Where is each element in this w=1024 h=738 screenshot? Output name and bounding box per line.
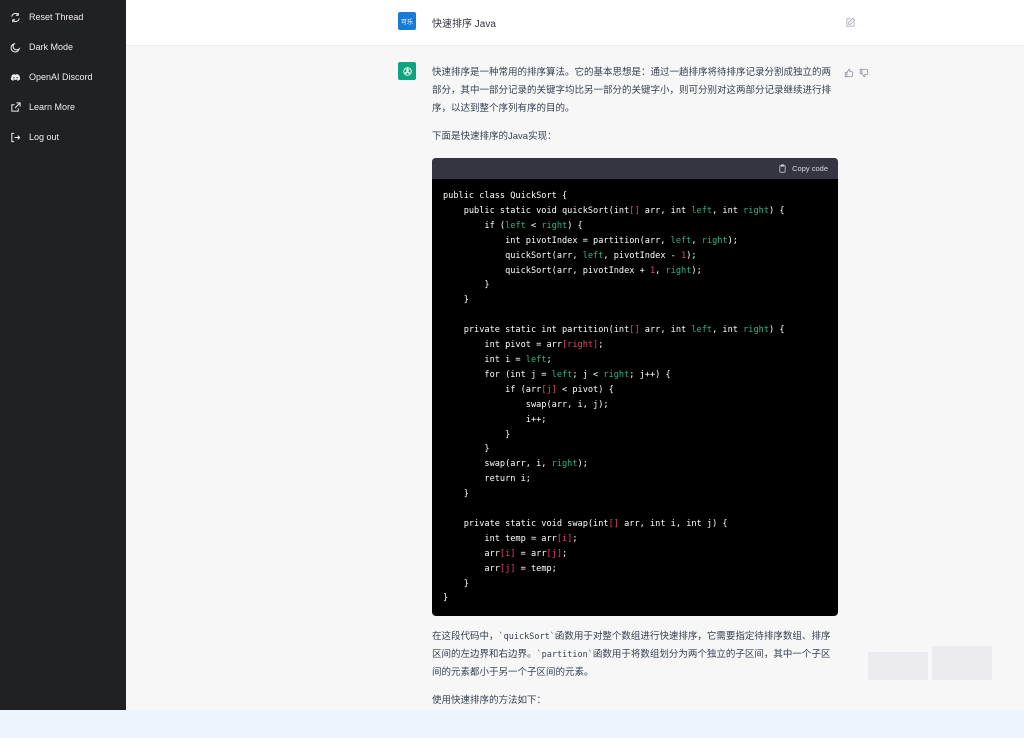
- sidebar: Reset Thread Dark Mode OpenAI Discord Le…: [0, 0, 126, 710]
- code-content: public class QuickSort { public static v…: [443, 191, 785, 604]
- assistant-message: 快速排序是一种常用的排序算法。它的基本思想是：通过一趟排序将待排序记录分割成独立…: [126, 46, 1024, 710]
- code-block: Copy code public class QuickSort { publi…: [432, 158, 838, 616]
- intro-paragraph: 快速排序是一种常用的排序算法。它的基本思想是：通过一趟排序将待排序记录分割成独立…: [432, 67, 832, 114]
- copy-code-button[interactable]: Copy code: [792, 160, 828, 178]
- chat-main: 可乐 快速排序 Java 快速排序是一种常用的排序算法。它的基本思想是：通过一趟…: [126, 0, 1024, 710]
- sidebar-item-label: OpenAI Discord: [29, 72, 93, 82]
- user-message-text: 快速排序 Java: [432, 19, 496, 30]
- sidebar-item-label: Learn More: [29, 102, 76, 112]
- explain-paragraph: 在这段代码中，`quickSort`函数用于对整个数组进行快速排序，它需要指定待…: [432, 628, 839, 682]
- openai-logo-icon: [402, 66, 412, 76]
- external-link-icon: [9, 101, 21, 113]
- refresh-icon: [9, 11, 21, 23]
- sidebar-item-learn-more[interactable]: Learn More: [0, 92, 126, 122]
- moon-icon: [9, 41, 21, 53]
- bottom-bar: [0, 710, 1024, 738]
- logout-icon: [9, 131, 21, 143]
- sidebar-item-label: Reset Thread: [29, 12, 84, 22]
- sidebar-item-reset-thread[interactable]: Reset Thread: [0, 2, 126, 32]
- inline-code-partition: `partition`: [536, 650, 593, 660]
- sidebar-item-log-out[interactable]: Log out: [0, 122, 126, 152]
- assistant-content: 快速排序是一种常用的排序算法。它的基本思想是：通过一趟排序将待排序记录分割成独立…: [432, 64, 839, 710]
- code-block-header: Copy code: [432, 158, 838, 179]
- feedback-group: [844, 65, 869, 83]
- sidebar-item-label: Log out: [29, 132, 60, 142]
- thumbs-down-icon[interactable]: [859, 65, 869, 83]
- watermark-blur: [868, 652, 928, 680]
- assistant-avatar: [398, 62, 416, 80]
- user-message: 可乐 快速排序 Java: [126, 0, 1024, 46]
- lead-paragraph: 下面是快速排序的Java实现：: [432, 131, 557, 142]
- discord-icon: [9, 71, 21, 83]
- thumbs-up-icon[interactable]: [844, 65, 854, 83]
- sidebar-item-discord[interactable]: OpenAI Discord: [0, 62, 126, 92]
- edit-icon[interactable]: [845, 15, 856, 27]
- sidebar-item-label: Dark Mode: [29, 42, 74, 52]
- inline-code-quicksort: `quickSort`: [498, 632, 555, 642]
- explain-text-1: 在这段代码中，: [432, 631, 499, 642]
- sidebar-item-dark-mode[interactable]: Dark Mode: [0, 32, 126, 62]
- user-avatar: 可乐: [398, 12, 416, 30]
- usage-paragraph: 使用快速排序的方法如下：: [432, 695, 547, 706]
- sidebar-list: Reset Thread Dark Mode OpenAI Discord Le…: [0, 2, 126, 152]
- clipboard-icon[interactable]: [778, 164, 787, 173]
- watermark-blur: [932, 646, 992, 680]
